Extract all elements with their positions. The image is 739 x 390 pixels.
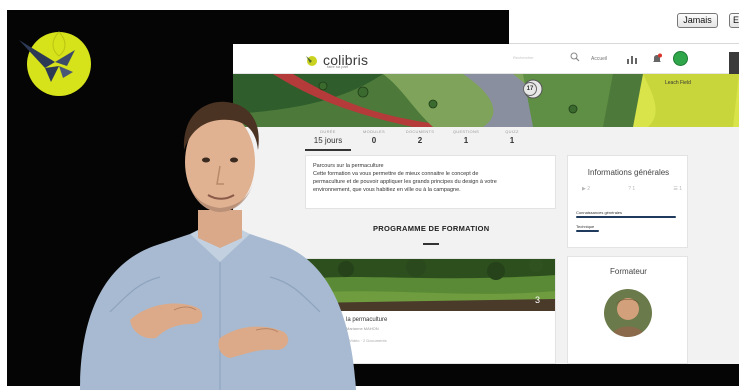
skill-label: Technique — [576, 224, 595, 229]
question-icon: ? 1 — [628, 186, 636, 192]
info-icons: ▶ 2 ? 1 ☰ 1 — [582, 186, 682, 192]
side-panel-tab[interactable] — [729, 52, 739, 74]
skill-label: Connaissances générales — [576, 210, 623, 215]
stat-documents[interactable]: DOCUMENTS 2 — [397, 127, 443, 151]
trainer-card: Formateur — [567, 256, 688, 364]
info-title: Informations générales — [587, 168, 670, 177]
course-badge: 3 — [535, 295, 541, 305]
list-icon: ☰ 1 — [673, 186, 682, 192]
colibris-logo-icon — [19, 31, 91, 96]
stats-icon[interactable] — [626, 54, 638, 64]
nav-home-link[interactable]: Accueil — [591, 56, 607, 62]
map-label: Leach Field — [665, 80, 691, 86]
bell-icon[interactable] — [651, 53, 663, 65]
program-heading: PROGRAMME DE FORMATION — [373, 224, 490, 233]
skill-bar — [576, 230, 599, 232]
brand-tagline: faire sa part — [327, 64, 349, 69]
never-button[interactable]: Jamais — [677, 13, 718, 28]
course-stats: DURÉE 15 jours MODULES 0 DOCUMENTS 2 QUE… — [305, 127, 739, 151]
stat-questions[interactable]: QUESTIONS 1 — [443, 127, 489, 151]
search-icon[interactable] — [570, 52, 580, 62]
trainer-title: Formateur — [610, 267, 647, 276]
other-button[interactable]: E — [729, 13, 739, 28]
map-marker: 17 — [523, 82, 537, 96]
user-avatar[interactable] — [673, 51, 688, 66]
notification-bar: Jamais E — [509, 10, 739, 44]
video-icon: ▶ 2 — [582, 186, 591, 192]
presenter — [80, 101, 356, 390]
general-info-card: Informations générales ▶ 2 ? 1 ☰ 1 Conna… — [567, 155, 688, 248]
colibris-brand-icon — [306, 56, 317, 66]
program-divider — [423, 243, 439, 245]
stat-quizz[interactable]: QUIZZ 1 — [489, 127, 535, 151]
trainer-photo — [604, 289, 652, 337]
search-input[interactable]: Rechercher — [513, 55, 565, 63]
skill-bar — [576, 216, 676, 218]
site-header: colibris faire sa part Rechercher Accuei… — [233, 44, 739, 74]
